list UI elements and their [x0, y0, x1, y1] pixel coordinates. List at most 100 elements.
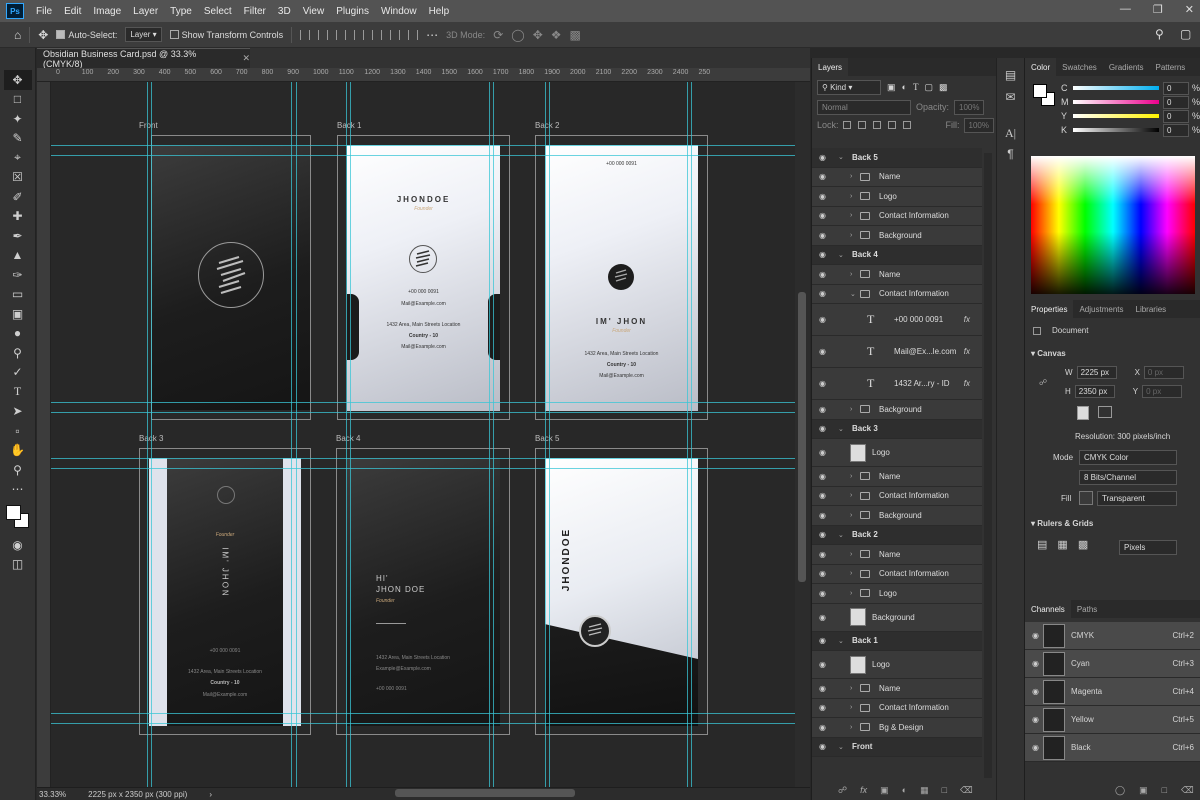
slider-value[interactable]: 0: [1163, 109, 1189, 123]
move-tool-icon[interactable]: ✥: [3, 70, 32, 90]
brush-tool-icon[interactable]: ✒: [4, 226, 32, 246]
slider-track[interactable]: [1073, 128, 1159, 132]
expand-chevron-icon[interactable]: ›: [850, 406, 852, 413]
lock-all-icon[interactable]: [902, 121, 911, 129]
guide-vertical[interactable]: [296, 82, 297, 787]
save-selection-icon[interactable]: ▣: [1139, 785, 1148, 796]
auto-select-dropdown[interactable]: Layer ▾: [125, 27, 162, 42]
artboard-label-back-5[interactable]: Back 5: [535, 434, 559, 443]
screen-mode-icon[interactable]: ◫: [4, 555, 32, 575]
artboard-label-front[interactable]: Front: [139, 121, 158, 130]
expand-chevron-icon[interactable]: ›: [850, 685, 852, 692]
delete-channel-icon[interactable]: ⌫: [1181, 785, 1194, 796]
visibility-eye-icon[interactable]: ◉: [819, 703, 826, 712]
close-tab-icon[interactable]: ✕: [242, 53, 250, 64]
layer-row[interactable]: ◉ › Background: [812, 400, 982, 420]
guide-vertical[interactable]: [545, 82, 546, 787]
layer-row[interactable]: ◉ ⌄ Contact Information: [812, 284, 982, 304]
guide-vertical[interactable]: [493, 82, 494, 787]
guide-horizontal[interactable]: [51, 145, 795, 146]
guides-icon[interactable]: ▩: [1078, 538, 1088, 551]
rulers-grids-section[interactable]: ▾ Rulers & Grids: [1031, 519, 1093, 528]
visibility-eye-icon[interactable]: ◉: [819, 424, 826, 433]
rectangle-tool-icon[interactable]: ▫: [4, 421, 32, 441]
visibility-eye-icon[interactable]: ◉: [1032, 687, 1039, 696]
tab-channels[interactable]: Channels: [1025, 600, 1071, 618]
layer-row[interactable]: ◉ › Name: [812, 467, 982, 487]
x-input[interactable]: 0 px: [1143, 366, 1184, 379]
layer-row[interactable]: ◉ › Name: [812, 545, 982, 565]
layer-row[interactable]: ◉ › Name: [812, 167, 982, 187]
channel-row[interactable]: ◉ CMYK Ctrl+2: [1025, 622, 1200, 650]
zoom-tool-icon[interactable]: ⚲: [4, 460, 32, 480]
crop-tool-icon[interactable]: ⌖: [4, 148, 32, 168]
document-info[interactable]: 2225 px x 2350 px (300 ppi): [88, 790, 187, 799]
home-icon[interactable]: ⌂: [14, 28, 21, 42]
3d-slide-icon[interactable]: ❖: [551, 28, 562, 42]
landscape-icon[interactable]: [1098, 406, 1112, 418]
channel-row[interactable]: ◉ Yellow Ctrl+5: [1025, 706, 1200, 734]
visibility-eye-icon[interactable]: ◉: [1032, 631, 1039, 640]
tab-properties[interactable]: Properties: [1025, 300, 1074, 318]
guide-vertical[interactable]: [691, 82, 692, 787]
guide-vertical[interactable]: [151, 82, 152, 787]
history-brush-tool-icon[interactable]: ✑: [4, 265, 32, 285]
filter-pixel-icon[interactable]: ▣: [887, 82, 896, 93]
tab-adjustments[interactable]: Adjustments: [1073, 300, 1129, 318]
visibility-eye-icon[interactable]: ◉: [819, 660, 826, 669]
collapse-chevron-icon[interactable]: ⌄: [838, 153, 844, 161]
more-options-icon[interactable]: ⋯: [426, 28, 438, 42]
marquee-tool-icon[interactable]: □: [4, 90, 32, 110]
visibility-eye-icon[interactable]: ◉: [819, 231, 826, 240]
lock-image-icon[interactable]: [857, 121, 866, 129]
layer-row[interactable]: ◉ Background: [812, 603, 982, 632]
workspace-icon[interactable]: ▢: [1180, 27, 1191, 41]
add-mask-icon[interactable]: ▣: [880, 785, 889, 796]
expand-chevron-icon[interactable]: ›: [850, 492, 852, 499]
3d-roll-icon[interactable]: ◯: [511, 28, 524, 42]
vertical-ruler[interactable]: [37, 82, 51, 787]
layer-group-row[interactable]: ◉ ⌄ Back 4: [812, 245, 982, 265]
expand-chevron-icon[interactable]: ›: [850, 212, 852, 219]
layer-group-row[interactable]: ◉ ⌄ Back 5: [812, 148, 982, 168]
align-center-icon[interactable]: [318, 29, 329, 40]
visibility-eye-icon[interactable]: ◉: [819, 636, 826, 645]
expand-chevron-icon[interactable]: ›: [850, 590, 852, 597]
visibility-eye-icon[interactable]: ◉: [1032, 659, 1039, 668]
color-spectrum[interactable]: [1031, 156, 1195, 294]
collapse-chevron-icon[interactable]: ⌄: [838, 251, 844, 259]
comments-icon[interactable]: ✉: [997, 90, 1024, 104]
align-right-icon[interactable]: [336, 29, 347, 40]
layer-group-row[interactable]: ◉ ⌄ Back 2: [812, 525, 982, 545]
slider-value[interactable]: 0: [1163, 123, 1189, 137]
align-bottom-icon[interactable]: [390, 29, 401, 40]
vertical-scrollbar[interactable]: [795, 82, 810, 787]
guide-horizontal[interactable]: [51, 713, 795, 714]
character-icon[interactable]: A|: [997, 126, 1024, 141]
collapse-chevron-icon[interactable]: ⌄: [838, 425, 844, 433]
mode-dropdown[interactable]: CMYK Color: [1079, 450, 1177, 465]
expand-chevron-icon[interactable]: ›: [850, 271, 852, 278]
menu-window[interactable]: Window: [375, 6, 423, 17]
slider-m[interactable]: M 0%: [1061, 95, 1200, 109]
guide-horizontal[interactable]: [51, 458, 795, 459]
slider-value[interactable]: 0: [1163, 81, 1189, 95]
slider-value[interactable]: 0: [1163, 95, 1189, 109]
lock-artboard-icon[interactable]: [887, 121, 896, 129]
lasso-tool-icon[interactable]: ✦: [4, 109, 32, 129]
foreground-color[interactable]: [5, 505, 21, 520]
delete-layer-icon[interactable]: ⌫: [960, 785, 973, 796]
filter-smart-icon[interactable]: ▩: [939, 82, 948, 93]
checkbox-icon[interactable]: [56, 30, 66, 39]
fx-icon[interactable]: fx: [860, 785, 867, 795]
layer-row[interactable]: ◉ › Contact Information: [812, 486, 982, 506]
blend-mode-dropdown[interactable]: Normal: [817, 99, 911, 115]
checkbox-icon[interactable]: [169, 30, 179, 39]
artboard-label-back-2[interactable]: Back 2: [535, 121, 559, 130]
layer-row[interactable]: ◉ Logo: [812, 651, 982, 679]
move-tool-icon[interactable]: ✥: [38, 28, 48, 42]
menu-edit[interactable]: Edit: [58, 6, 87, 17]
new-group-icon[interactable]: ▦: [920, 785, 929, 796]
expand-chevron-icon[interactable]: ›: [850, 232, 852, 239]
align-middle-icon[interactable]: [372, 29, 383, 40]
